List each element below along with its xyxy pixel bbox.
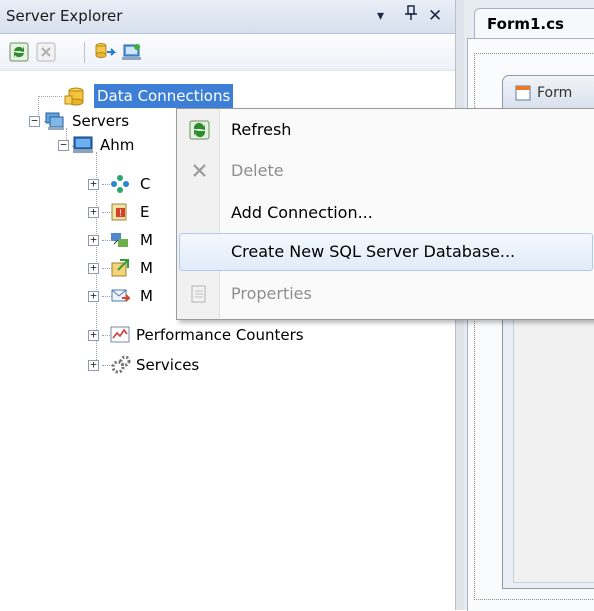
properties-icon [189,284,211,304]
management-classes-icon [110,230,130,250]
menu-item-delete[interactable]: Delete [179,152,593,190]
servers-icon [44,111,64,131]
form-caption: Form [503,76,594,110]
tree-node-label: M [140,287,153,305]
panel-title: Server Explorer [6,7,123,25]
menu-item-label: Add Connection... [231,203,373,222]
expand-icon[interactable]: + [88,262,99,274]
expand-icon[interactable]: + [88,290,99,302]
auto-hide-pin-icon[interactable] [404,4,418,27]
expand-icon[interactable]: + [88,178,99,190]
menu-item-properties[interactable]: Properties [179,275,593,313]
tab-form1-cs[interactable]: Form1.cs [474,8,594,38]
computer-icon [72,135,93,155]
form-icon [515,85,531,105]
close-icon[interactable]: ✕ [428,6,442,26]
expand-icon[interactable]: + [88,329,99,341]
tree-node-label: M [140,259,153,277]
crystal-reports-icon [110,174,130,194]
tree-node-label: C [140,175,151,193]
tree-node-label: E [140,203,150,221]
menu-item-label: Delete [231,161,284,180]
message-queues-icon [110,286,132,306]
server-explorer-titlebar: Server Explorer ▾ ✕ [0,0,455,34]
menu-item-add-connection[interactable]: Add Connection... [179,194,593,232]
menu-item-label: Create New SQL Server Database... [231,242,516,261]
context-menu: Refresh Delete Add Connection... Create … [176,108,594,320]
expand-icon[interactable]: + [88,234,99,246]
form-title: Form [537,85,573,101]
menu-item-create-new-sql-server-database[interactable]: Create New SQL Server Database... [179,233,593,271]
window-position-dropdown-icon[interactable]: ▾ [377,8,384,24]
toolbar-separator [84,42,85,63]
refresh-icon[interactable] [9,42,29,62]
performance-counters-icon [110,325,130,345]
tree-node-label: M [140,231,153,249]
svg-text:!: ! [119,208,122,218]
menu-item-label: Properties [231,284,312,303]
server-explorer-toolbar [0,34,455,71]
tree-node-label: Ahm [100,136,135,154]
collapse-icon[interactable]: − [58,139,69,151]
stop-refresh-icon[interactable] [36,42,56,62]
tree-node-label: Servers [72,112,130,130]
data-connections-icon [64,86,84,106]
tree-node-label: Data Connections [94,84,234,108]
tree-node-label: Performance Counters [136,326,304,344]
services-gear-icon [110,355,131,375]
tree-node-label: Services [136,356,200,374]
expand-icon[interactable]: + [88,206,99,218]
event-logs-icon: ! [110,202,130,222]
connect-to-server-icon[interactable] [121,42,141,62]
management-events-icon [110,258,130,278]
delete-icon [189,161,211,181]
collapse-icon[interactable]: − [29,115,40,127]
refresh-icon [189,120,211,140]
menu-item-refresh[interactable]: Refresh [179,111,593,149]
menu-item-label: Refresh [231,120,292,139]
connect-to-database-icon[interactable] [94,42,117,62]
expand-icon[interactable]: + [88,359,99,371]
